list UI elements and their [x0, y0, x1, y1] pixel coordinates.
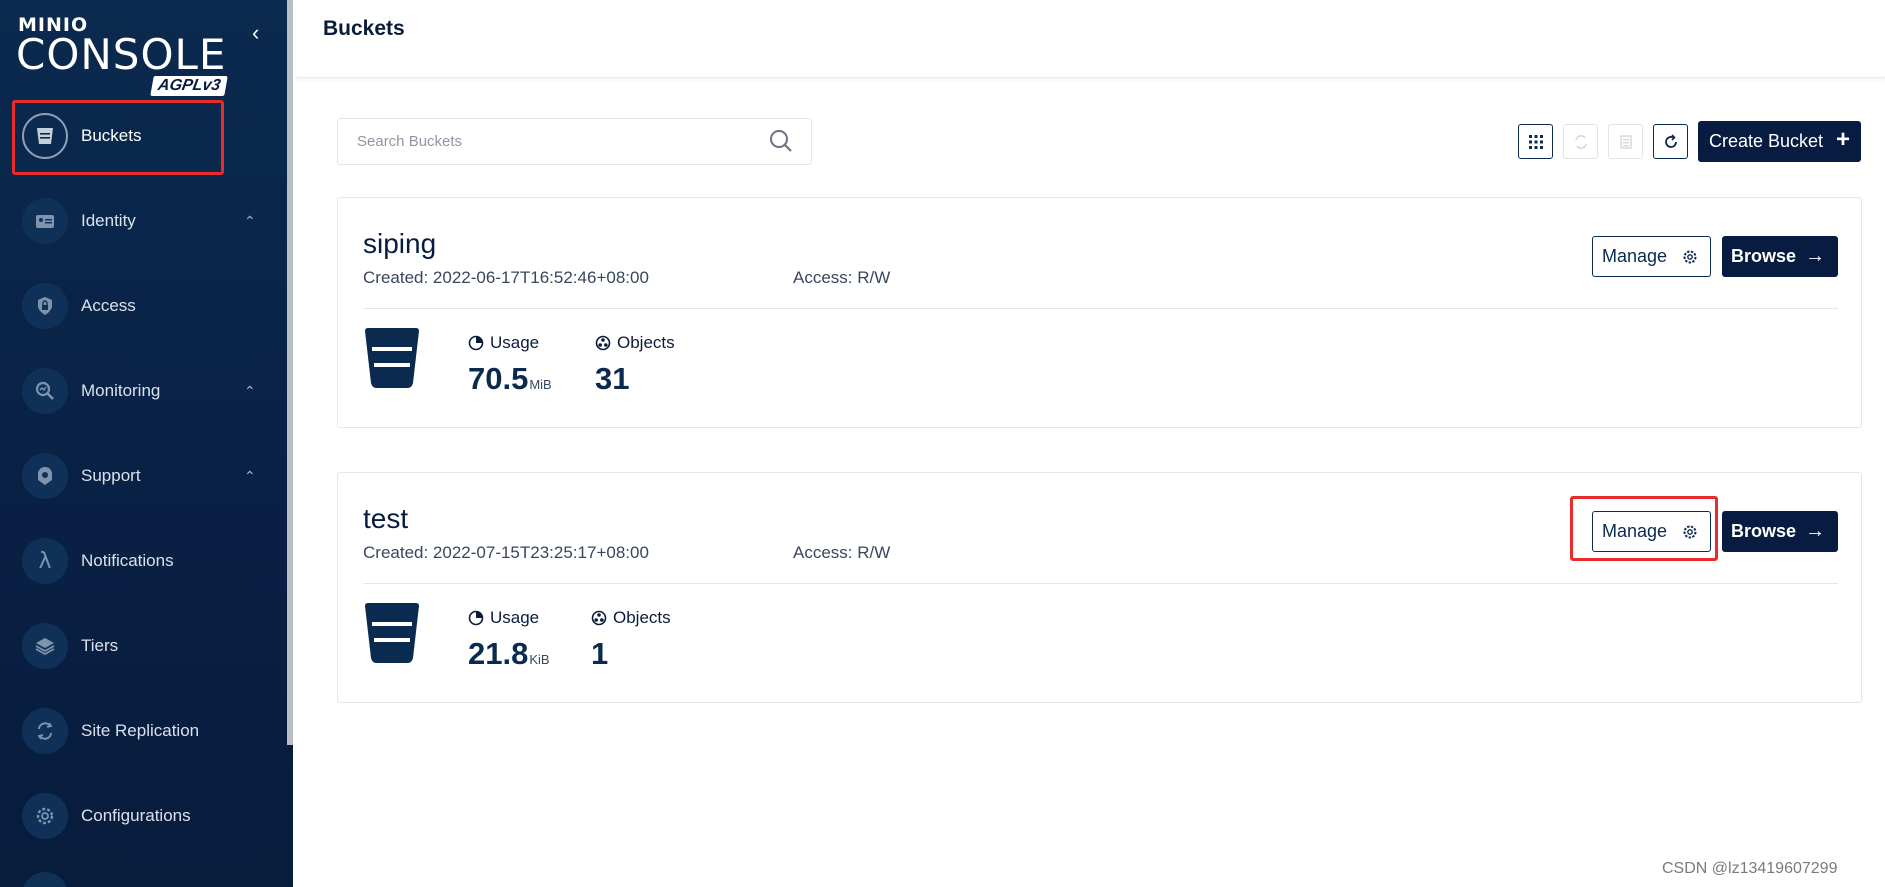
- lifecycle-button[interactable]: [1608, 124, 1643, 159]
- card-divider: [363, 308, 1838, 309]
- usage-number: 70.5: [468, 361, 529, 396]
- usage-label-text: Usage: [490, 333, 540, 352]
- search-input[interactable]: [357, 133, 737, 150]
- objects-label-text: Objects: [613, 608, 671, 627]
- page-header: Buckets: [296, 0, 1885, 78]
- sidebar-next-item-icon: [22, 872, 68, 887]
- browse-label: Browse: [1731, 521, 1797, 541]
- objects-label-text: Objects: [617, 333, 675, 352]
- usage-label: Usage: [468, 608, 539, 628]
- bucket-created-date: Created: 2022-07-15T23:25:17+08:00: [363, 543, 649, 562]
- sidebar-item-label: Configurations: [81, 806, 191, 825]
- bucket-icon: [22, 113, 68, 159]
- objects-value: 1: [591, 636, 609, 671]
- usage-label-text: Usage: [490, 608, 540, 627]
- id-card-icon: [22, 198, 68, 244]
- gear-icon: [1683, 525, 1697, 539]
- chevron-up-icon[interactable]: ⌃: [244, 468, 256, 485]
- page-title: Buckets: [323, 17, 405, 40]
- sidebar-item-buckets[interactable]: Buckets: [0, 106, 280, 166]
- arrow-right-icon: →: [1805, 520, 1825, 542]
- bucket-name[interactable]: test: [363, 503, 408, 535]
- sidebar-item-label: Site Replication: [81, 721, 200, 740]
- search-box[interactable]: [337, 118, 812, 165]
- usage-value: 70.5MiB: [468, 361, 552, 397]
- sidebar-item-label: Buckets: [81, 126, 142, 145]
- lock-shield-icon: [22, 283, 68, 329]
- watermark: CSDN @lz13419607299: [1662, 860, 1838, 877]
- create-bucket-label: Create Bucket: [1709, 131, 1824, 151]
- pie-chart-icon: [468, 610, 484, 626]
- replicate-button[interactable]: [1563, 124, 1598, 159]
- lambda-icon: λ: [22, 538, 68, 584]
- support-shield-icon: [22, 453, 68, 499]
- sidebar-item-label: Support: [81, 466, 141, 485]
- bucket-card: siping Created: 2022-06-17T16:52:46+08:0…: [337, 197, 1862, 428]
- refresh-button[interactable]: [1653, 124, 1688, 159]
- sidebar-item-site-replication[interactable]: Site Replication: [0, 701, 280, 761]
- layers-icon: [22, 623, 68, 669]
- sidebar-item-label: Monitoring: [81, 381, 161, 400]
- bucket-icon: [365, 328, 419, 388]
- gear-icon: [1683, 250, 1697, 264]
- browse-button[interactable]: Browse →: [1722, 236, 1838, 277]
- magnifier-chart-icon: [22, 368, 68, 414]
- arrow-right-icon: →: [1805, 245, 1825, 267]
- replication-icon: [22, 708, 68, 754]
- usage-label: Usage: [468, 333, 539, 353]
- chevron-up-icon[interactable]: ⌃: [244, 213, 256, 230]
- bucket-card: test Created: 2022-07-15T23:25:17+08:00 …: [337, 472, 1862, 703]
- sidebar-item-label: Tiers: [81, 636, 119, 655]
- replicate-icon: [1574, 134, 1587, 149]
- bucket-icon: [365, 603, 419, 663]
- lifecycle-icon: [1619, 134, 1632, 149]
- sidebar-item-access[interactable]: Access: [0, 276, 280, 336]
- sidebar-item-monitoring[interactable]: Monitoring ⌃: [0, 361, 280, 421]
- objects-value: 31: [595, 361, 630, 396]
- sidebar-scrollbar[interactable]: [287, 0, 293, 745]
- objects-icon: [595, 335, 611, 351]
- usage-number: 21.8: [468, 636, 529, 671]
- sidebar-item-label: Access: [81, 296, 136, 315]
- bucket-name[interactable]: siping: [363, 228, 436, 260]
- grid-view-button[interactable]: [1518, 124, 1553, 159]
- usage-unit: KiB: [529, 652, 550, 667]
- gear-icon: [22, 793, 68, 839]
- minio-console-logo[interactable]: MINIO CONSOLE AGPLv3: [16, 12, 236, 102]
- logo-license: AGPLv3: [150, 76, 229, 96]
- create-bucket-button[interactable]: Create Bucket +: [1698, 121, 1861, 162]
- bucket-created-date: Created: 2022-06-17T16:52:46+08:00: [363, 268, 649, 287]
- chevron-left-icon[interactable]: ‹: [252, 20, 259, 46]
- sidebar-item-notifications[interactable]: λ Notifications: [0, 531, 280, 591]
- usage-unit: MiB: [529, 377, 552, 392]
- grid-icon: [1528, 134, 1543, 149]
- objects-label: Objects: [591, 608, 671, 628]
- logo-product: CONSOLE: [16, 30, 227, 79]
- chevron-up-icon[interactable]: ⌃: [244, 383, 256, 400]
- sidebar-item-label: Identity: [81, 211, 136, 230]
- browse-label: Browse: [1731, 246, 1797, 266]
- bucket-access: Access: R/W: [793, 268, 891, 287]
- sidebar-item-identity[interactable]: Identity ⌃: [0, 191, 280, 251]
- manage-button[interactable]: Manage: [1592, 236, 1711, 277]
- sidebar: MINIO CONSOLE AGPLv3 ‹ Buckets Identity …: [0, 0, 293, 887]
- sidebar-item-support[interactable]: Support ⌃: [0, 446, 280, 506]
- browse-button[interactable]: Browse →: [1722, 511, 1838, 552]
- objects-icon: [591, 610, 607, 626]
- refresh-icon: [1664, 133, 1677, 148]
- search-icon[interactable]: [768, 128, 794, 154]
- sidebar-item-tiers[interactable]: Tiers: [0, 616, 280, 676]
- plus-icon: +: [1836, 126, 1851, 153]
- bucket-access: Access: R/W: [793, 543, 891, 562]
- objects-label: Objects: [595, 333, 675, 353]
- pie-chart-icon: [468, 335, 484, 351]
- sidebar-item-configurations[interactable]: Configurations: [0, 786, 280, 846]
- sidebar-item-label: Notifications: [81, 551, 174, 570]
- manage-label: Manage: [1602, 521, 1668, 541]
- usage-value: 21.8KiB: [468, 636, 550, 672]
- manage-button[interactable]: Manage: [1592, 511, 1711, 552]
- card-divider: [363, 583, 1838, 584]
- manage-label: Manage: [1602, 246, 1668, 266]
